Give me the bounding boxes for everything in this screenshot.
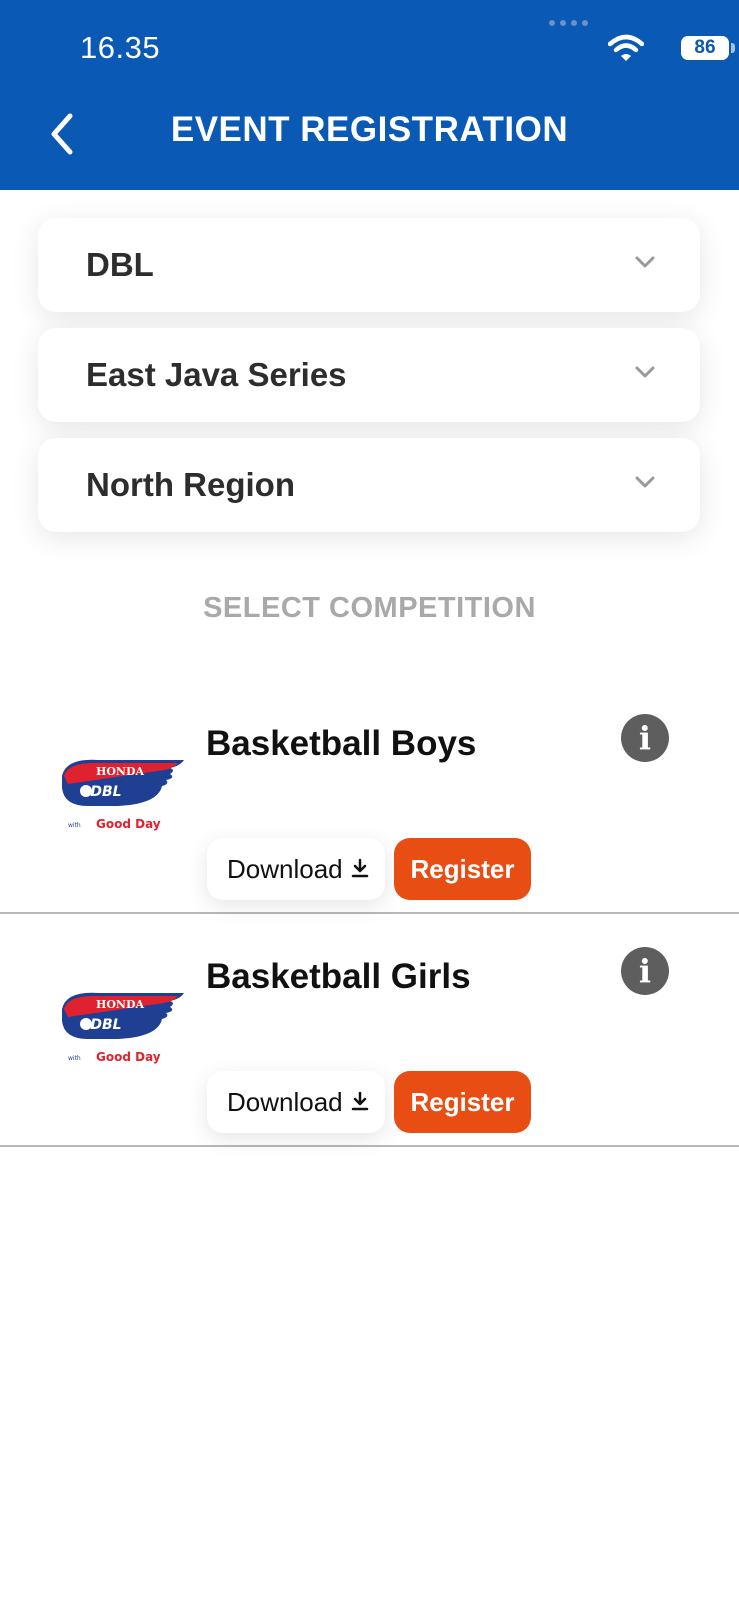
svg-text:with: with	[68, 1055, 81, 1062]
chevron-down-icon	[635, 476, 655, 488]
competition-name: Basketball Girls	[206, 957, 471, 996]
chevron-down-icon	[635, 366, 655, 378]
battery-tip	[731, 43, 735, 53]
svg-text:with: with	[68, 822, 81, 829]
app-header: 16.35 86 EVENT REGISTRATION	[0, 0, 739, 190]
svg-text:DBL: DBL	[90, 1017, 121, 1033]
register-button[interactable]: Register	[394, 1071, 531, 1133]
download-icon	[351, 1091, 369, 1111]
svg-text:HONDA: HONDA	[96, 998, 145, 1011]
status-time: 16.35	[80, 30, 161, 65]
download-label: Download	[227, 1087, 343, 1117]
svg-text:HONDA: HONDA	[96, 765, 145, 778]
region-select[interactable]: North Region	[38, 438, 700, 532]
competition-name: Basketball Boys	[206, 724, 477, 763]
info-icon[interactable]: i	[621, 947, 669, 995]
competition-row: HONDA DBL with Good Day Basketball Boys …	[0, 682, 739, 914]
league-select[interactable]: DBL	[38, 218, 700, 312]
download-label: Download	[227, 854, 343, 884]
download-button[interactable]: Download	[207, 838, 385, 900]
svg-text:Good Day: Good Day	[96, 1050, 161, 1064]
svg-text:DBL: DBL	[90, 784, 121, 800]
download-button[interactable]: Download	[207, 1071, 385, 1133]
honda-dbl-logo: HONDA DBL with Good Day	[62, 759, 184, 831]
series-select[interactable]: East Java Series	[38, 328, 700, 422]
chevron-down-icon	[635, 256, 655, 268]
download-icon	[351, 858, 369, 878]
cellular-signal-icon	[549, 20, 589, 28]
region-select-value: North Region	[86, 466, 295, 503]
section-title: SELECT COMPETITION	[203, 592, 536, 624]
info-icon[interactable]: i	[621, 714, 669, 762]
page-title: EVENT REGISTRATION	[170, 110, 569, 149]
svg-text:Good Day: Good Day	[96, 817, 161, 831]
battery-icon: 86	[681, 36, 729, 60]
register-button[interactable]: Register	[394, 838, 531, 900]
league-select-value: DBL	[86, 246, 154, 283]
honda-dbl-logo: HONDA DBL with Good Day	[62, 992, 184, 1064]
wifi-icon	[608, 34, 644, 61]
series-select-value: East Java Series	[86, 356, 347, 393]
competition-row: HONDA DBL with Good Day Basketball Girls…	[0, 915, 739, 1147]
